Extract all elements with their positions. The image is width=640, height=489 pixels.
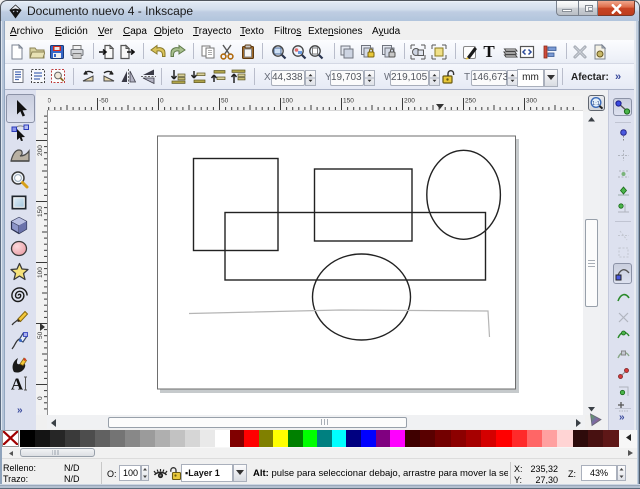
svg-text:100: 100 — [282, 98, 293, 105]
svg-text:50: 50 — [37, 331, 44, 339]
svg-text:200: 200 — [37, 145, 44, 156]
svg-text:200: 200 — [404, 98, 415, 105]
svg-text:A: A — [11, 375, 24, 392]
svg-text:0: 0 — [37, 396, 44, 400]
svg-text:250: 250 — [465, 98, 476, 105]
svg-text:50: 50 — [221, 98, 229, 105]
svg-text:300: 300 — [526, 98, 537, 105]
svg-text:150: 150 — [343, 98, 354, 105]
svg-text:-50: -50 — [99, 98, 109, 105]
svg-text:0: 0 — [160, 98, 164, 105]
svg-text:100: 100 — [37, 267, 44, 278]
svg-text:150: 150 — [37, 206, 44, 217]
svg-text:T: T — [483, 43, 495, 60]
svg-text:1:1: 1:1 — [592, 101, 600, 107]
